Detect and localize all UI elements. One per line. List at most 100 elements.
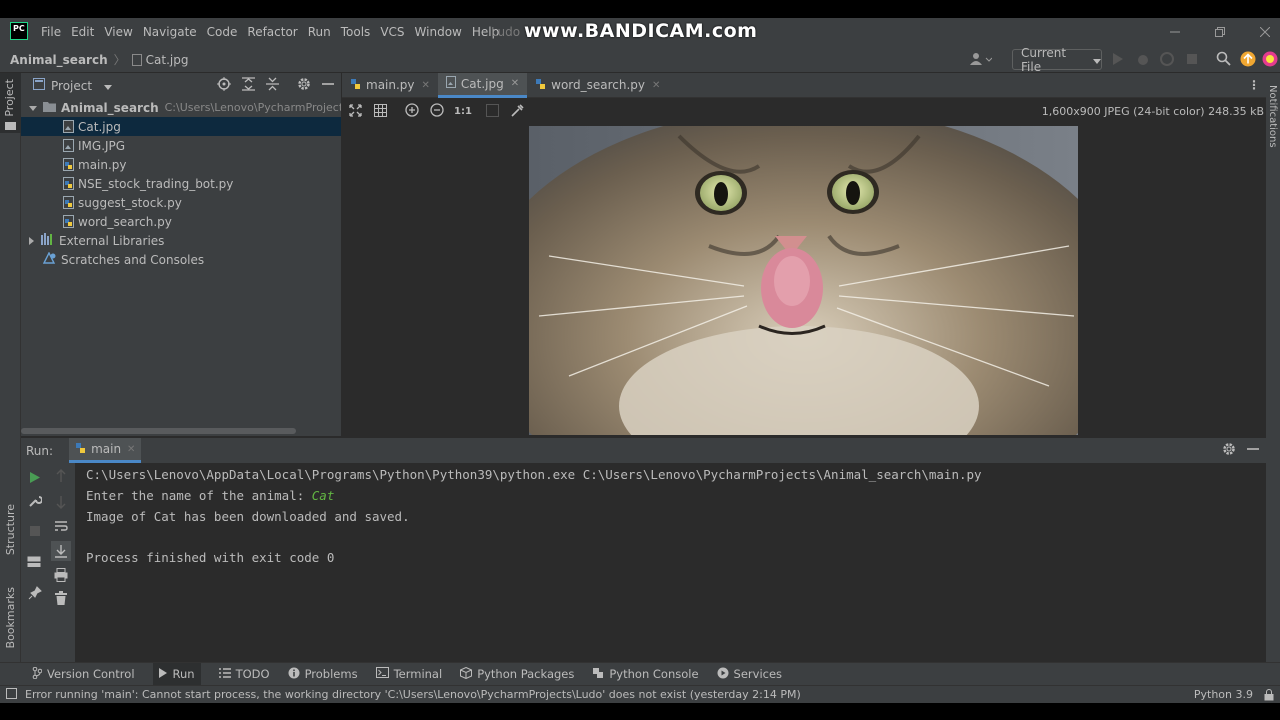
run-configuration-dropdown[interactable]: Current File bbox=[1012, 46, 1102, 74]
tool-services[interactable]: Services bbox=[717, 667, 782, 682]
tree-file-nse-bot-py[interactable]: NSE_stock_trading_bot.py bbox=[21, 174, 341, 193]
grid-icon[interactable] bbox=[374, 103, 387, 120]
tree-file-suggest-stock-py[interactable]: suggest_stock.py bbox=[21, 193, 341, 212]
tab-cat-jpg[interactable]: Cat.jpg ✕ bbox=[437, 72, 528, 98]
fit-zoom-icon[interactable] bbox=[349, 103, 362, 120]
zoom-out-icon[interactable] bbox=[430, 103, 444, 120]
jetbrains-logo-icon[interactable] bbox=[1262, 51, 1278, 67]
menu-view[interactable]: View bbox=[99, 25, 137, 39]
image-file-icon bbox=[63, 120, 74, 133]
lock-icon[interactable] bbox=[1264, 689, 1274, 704]
chevron-down-icon[interactable] bbox=[104, 79, 113, 93]
scroll-to-end-button[interactable] bbox=[51, 541, 71, 561]
tab-word-search-py[interactable]: word_search.py ✕ bbox=[527, 73, 668, 98]
stop-disabled-icon[interactable] bbox=[1186, 53, 1198, 65]
tool-problems[interactable]: Problems bbox=[288, 667, 358, 682]
more-options-icon[interactable]: ⋮ bbox=[1248, 78, 1260, 92]
locate-file-icon[interactable] bbox=[217, 77, 231, 94]
scroll-up-icon[interactable] bbox=[55, 469, 67, 486]
image-file-icon bbox=[131, 53, 142, 66]
status-message[interactable]: Error running 'main': Cannot start proce… bbox=[25, 688, 801, 701]
horizontal-scrollbar[interactable] bbox=[21, 428, 296, 434]
menu-window[interactable]: Window bbox=[410, 25, 467, 39]
menu-edit[interactable]: Edit bbox=[66, 25, 99, 39]
collapse-all-icon[interactable] bbox=[266, 77, 279, 94]
project-panel-title[interactable]: Project bbox=[51, 79, 92, 93]
debug-disabled-icon[interactable] bbox=[1136, 52, 1150, 66]
hide-panel-icon[interactable] bbox=[1247, 443, 1259, 458]
menu-file[interactable]: File bbox=[36, 25, 66, 39]
tool-terminal[interactable]: Terminal bbox=[375, 667, 442, 681]
run-disabled-icon[interactable] bbox=[1112, 52, 1124, 66]
tree-file-img-jpg[interactable]: IMG.JPG bbox=[21, 136, 341, 155]
tree-external-libraries[interactable]: External Libraries bbox=[21, 231, 341, 250]
tab-main-py[interactable]: main.py ✕ bbox=[342, 73, 438, 98]
tree-scratches-consoles[interactable]: Scratches and Consoles bbox=[21, 250, 341, 269]
menu-code[interactable]: Code bbox=[202, 25, 243, 39]
panel-toggle-icon[interactable] bbox=[6, 687, 17, 702]
close-tab-icon[interactable]: ✕ bbox=[652, 80, 660, 91]
run-console[interactable]: C:\Users\Lenovo\AppData\Local\Programs\P… bbox=[75, 463, 1266, 662]
breadcrumb-file[interactable]: Cat.jpg bbox=[146, 53, 189, 67]
python-file-icon bbox=[63, 177, 74, 190]
console-command-line: C:\Users\Lenovo\AppData\Local\Programs\P… bbox=[86, 467, 982, 482]
tool-python-console[interactable]: Python Console bbox=[592, 667, 699, 682]
coverage-disabled-icon[interactable] bbox=[1160, 52, 1174, 66]
menu-run[interactable]: Run bbox=[303, 25, 336, 39]
pin-icon[interactable] bbox=[28, 586, 42, 603]
breadcrumb-project[interactable]: Animal_search bbox=[10, 53, 108, 67]
run-panel-header: Run: main ✕ bbox=[21, 438, 1266, 463]
structure-tool-button[interactable]: Structure bbox=[0, 498, 21, 568]
tree-label: Scratches and Consoles bbox=[61, 252, 205, 267]
tool-run[interactable]: Run bbox=[152, 663, 201, 685]
console-prompt: Enter the name of the animal: bbox=[86, 488, 312, 503]
minimize-button[interactable] bbox=[1152, 18, 1198, 46]
structure-tool-label: Structure bbox=[4, 504, 17, 556]
menu-vcs[interactable]: VCS bbox=[375, 25, 409, 39]
close-window-button[interactable] bbox=[1242, 18, 1280, 46]
search-icon[interactable] bbox=[1216, 51, 1231, 66]
close-tab-icon[interactable]: ✕ bbox=[127, 444, 135, 455]
menu-tools[interactable]: Tools bbox=[336, 25, 376, 39]
tree-file-cat-jpg[interactable]: Cat.jpg bbox=[21, 117, 341, 136]
gear-icon[interactable] bbox=[297, 77, 311, 94]
expand-all-icon[interactable] bbox=[242, 77, 255, 94]
terminal-icon bbox=[375, 667, 389, 681]
soft-wrap-icon[interactable] bbox=[54, 519, 68, 536]
close-tab-icon[interactable]: ✕ bbox=[422, 80, 430, 91]
tree-root-folder[interactable]: Animal_search C:\Users\Lenovo\PycharmPro… bbox=[21, 98, 341, 117]
close-tab-icon[interactable]: ✕ bbox=[511, 78, 519, 89]
hide-panel-icon[interactable] bbox=[322, 78, 334, 93]
background-toggle-icon[interactable] bbox=[485, 103, 499, 120]
stop-icon[interactable] bbox=[29, 525, 41, 540]
root-folder-name: Animal_search bbox=[61, 100, 159, 115]
actual-size-button[interactable]: 1:1 bbox=[454, 106, 472, 117]
restore-button[interactable] bbox=[1197, 18, 1243, 46]
project-tool-button[interactable]: Project bbox=[0, 73, 21, 133]
scroll-down-icon[interactable] bbox=[55, 495, 67, 512]
gear-icon[interactable] bbox=[1222, 442, 1236, 459]
wrench-icon[interactable] bbox=[28, 494, 43, 511]
layout-icon[interactable] bbox=[27, 556, 41, 571]
project-tree: Animal_search C:\Users\Lenovo\PycharmPro… bbox=[21, 98, 341, 436]
tool-todo[interactable]: TODO bbox=[218, 667, 270, 681]
print-icon[interactable] bbox=[54, 568, 68, 585]
updates-icon[interactable] bbox=[1240, 51, 1256, 67]
menu-navigate[interactable]: Navigate bbox=[138, 25, 202, 39]
tree-file-word-search-py[interactable]: word_search.py bbox=[21, 212, 341, 231]
color-picker-icon[interactable] bbox=[511, 103, 524, 120]
tool-version-control[interactable]: Version Control bbox=[32, 666, 135, 682]
tree-file-main-py[interactable]: main.py bbox=[21, 155, 341, 174]
zoom-in-icon[interactable] bbox=[405, 103, 419, 120]
tool-python-packages[interactable]: Python Packages bbox=[460, 666, 574, 682]
python-interpreter[interactable]: Python 3.9 bbox=[1194, 688, 1253, 701]
notifications-tool-label[interactable]: Notifications bbox=[1267, 85, 1278, 148]
menu-refactor[interactable]: Refactor bbox=[242, 25, 302, 39]
run-tab-main[interactable]: main ✕ bbox=[69, 438, 142, 463]
trash-icon[interactable] bbox=[55, 591, 67, 608]
tab-label: Cat.jpg bbox=[460, 76, 504, 91]
console-prompt-line: Enter the name of the animal: Cat bbox=[86, 488, 334, 503]
user-account-icon[interactable] bbox=[970, 52, 992, 66]
rerun-icon[interactable] bbox=[29, 471, 41, 487]
bookmarks-tool-button[interactable]: Bookmarks bbox=[0, 583, 21, 653]
